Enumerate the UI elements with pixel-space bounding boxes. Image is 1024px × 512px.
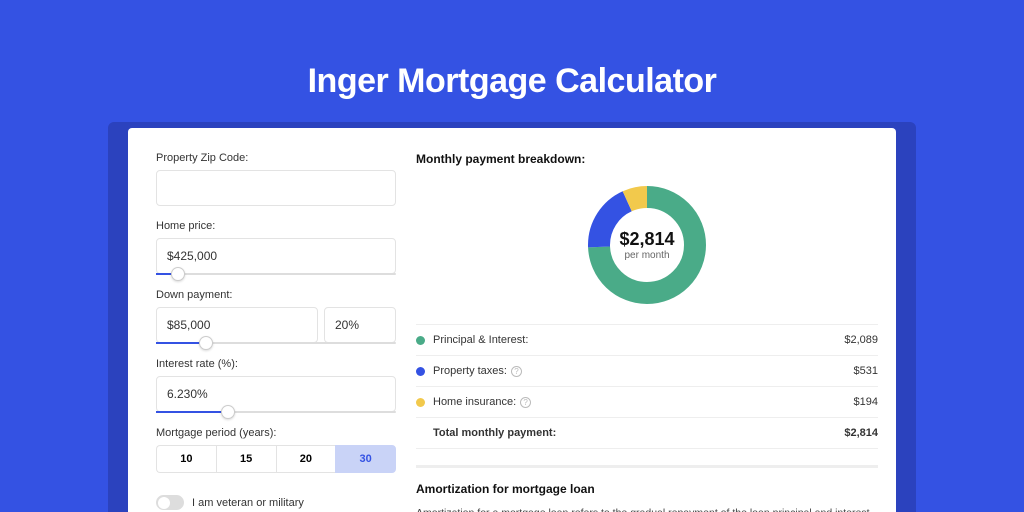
slider-thumb[interactable] xyxy=(199,336,213,350)
breakdown-title: Monthly payment breakdown: xyxy=(416,152,878,166)
down-payment-amount-input[interactable] xyxy=(156,307,318,343)
down-payment-field: Down payment: xyxy=(156,289,396,344)
legend-row-total: Total monthly payment: $2,814 xyxy=(416,417,878,449)
help-icon[interactable]: ? xyxy=(511,366,522,377)
legend-row-taxes: Property taxes: ? $531 xyxy=(416,355,878,386)
dot-icon xyxy=(416,398,425,407)
period-10[interactable]: 10 xyxy=(156,445,216,473)
slider-thumb[interactable] xyxy=(221,405,235,419)
interest-input[interactable] xyxy=(156,376,396,412)
legend-value: $2,089 xyxy=(844,334,878,346)
veteran-label: I am veteran or military xyxy=(192,497,304,509)
dot-icon xyxy=(416,336,425,345)
veteran-toggle[interactable] xyxy=(156,495,184,510)
legend-label: Property taxes: ? xyxy=(433,365,846,377)
veteran-toggle-row: I am veteran or military xyxy=(156,495,396,510)
donut-chart: $2,814 per month xyxy=(586,184,708,306)
amortization-section: Amortization for mortgage loan Amortizat… xyxy=(416,465,878,512)
inputs-column: Property Zip Code: Home price: Down paym… xyxy=(156,152,396,512)
legend-value: $531 xyxy=(854,365,878,377)
home-price-label: Home price: xyxy=(156,220,396,232)
legend-text: Property taxes: xyxy=(433,365,507,377)
zip-field: Property Zip Code: xyxy=(156,152,396,206)
period-field: Mortgage period (years): 10 15 20 30 xyxy=(156,427,396,473)
legend-label: Home insurance: ? xyxy=(433,396,846,408)
total-label: Total monthly payment: xyxy=(433,427,836,439)
donut-sub: per month xyxy=(624,250,669,261)
down-payment-slider[interactable] xyxy=(156,342,396,344)
calculator-card: Property Zip Code: Home price: Down paym… xyxy=(128,128,896,512)
legend-label: Principal & Interest: xyxy=(433,334,836,346)
period-15[interactable]: 15 xyxy=(216,445,276,473)
interest-label: Interest rate (%): xyxy=(156,358,396,370)
legend-text: Home insurance: xyxy=(433,396,516,408)
interest-slider[interactable] xyxy=(156,411,396,413)
donut-center: $2,814 per month xyxy=(586,184,708,306)
down-payment-pct-input[interactable] xyxy=(324,307,396,343)
legend-value: $194 xyxy=(854,396,878,408)
zip-label: Property Zip Code: xyxy=(156,152,396,164)
period-options: 10 15 20 30 xyxy=(156,445,396,473)
down-payment-label: Down payment: xyxy=(156,289,396,301)
period-label: Mortgage period (years): xyxy=(156,427,396,439)
total-value: $2,814 xyxy=(844,427,878,439)
zip-input[interactable] xyxy=(156,170,396,206)
help-icon[interactable]: ? xyxy=(520,397,531,408)
period-20[interactable]: 20 xyxy=(276,445,336,473)
legend-row-principal: Principal & Interest: $2,089 xyxy=(416,324,878,355)
legend-row-insurance: Home insurance: ? $194 xyxy=(416,386,878,417)
donut-amount: $2,814 xyxy=(619,229,674,250)
period-30[interactable]: 30 xyxy=(335,445,396,473)
amortization-title: Amortization for mortgage loan xyxy=(416,482,878,496)
home-price-field: Home price: xyxy=(156,220,396,275)
results-column: Monthly payment breakdown: $2,814 per mo… xyxy=(416,152,878,512)
amortization-body: Amortization for a mortgage loan refers … xyxy=(416,506,878,512)
page-title: Inger Mortgage Calculator xyxy=(0,0,1024,101)
donut-chart-wrap: $2,814 per month xyxy=(416,176,878,324)
slider-fill xyxy=(156,411,228,413)
dot-icon xyxy=(416,367,425,376)
slider-thumb[interactable] xyxy=(171,267,185,281)
interest-field: Interest rate (%): xyxy=(156,358,396,413)
home-price-slider[interactable] xyxy=(156,273,396,275)
home-price-input[interactable] xyxy=(156,238,396,274)
